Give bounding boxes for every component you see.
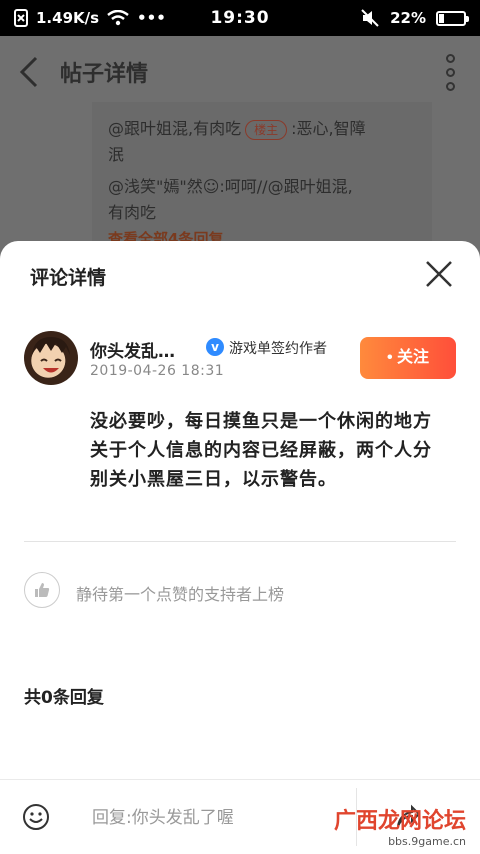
- comment-username[interactable]: 你头发乱…: [90, 337, 175, 362]
- status-right: 22%: [360, 0, 469, 36]
- reply-count: 共0条回复: [24, 688, 104, 708]
- page-title: 帖子详情: [60, 62, 149, 87]
- watermark-main: 广西龙网论坛: [333, 809, 466, 834]
- watermark-url: bbs.9game.cn: [388, 835, 466, 848]
- verified-icon: v: [206, 338, 224, 356]
- sim-icon: [14, 9, 28, 27]
- background-reply-line1-cont: 泯: [108, 145, 125, 164]
- avatar-face-icon: [32, 337, 70, 373]
- reply-bar: 广西龙网论坛 bbs.9game.cn: [0, 779, 480, 854]
- more-options-icon[interactable]: [446, 54, 458, 91]
- owner-badge: 楼主: [245, 120, 288, 140]
- comment-detail-sheet: 评论详情 你头发乱… v 游戏单签约作者 2019-04-26 18:31 • …: [0, 241, 480, 854]
- wifi-icon: [107, 10, 129, 26]
- more-status-icon: •••: [137, 9, 166, 27]
- divider: [24, 541, 456, 542]
- comment-timestamp: 2019-04-26 18:31: [90, 363, 225, 379]
- mute-icon: [361, 9, 379, 27]
- background-header: 帖子详情: [0, 36, 480, 108]
- reply-user: @跟叶姐混,有肉吃: [108, 119, 242, 138]
- status-bar: 1.49K/s ••• 19:30 22%: [0, 0, 480, 36]
- comment-text: 没必要吵，每日摸鱼只是一个休闲的地方 关于个人信息的内容已经屏蔽，两个人分别关小…: [90, 411, 432, 490]
- sheet-title: 评论详情: [30, 267, 107, 289]
- avatar[interactable]: [24, 331, 78, 385]
- watermark: 广西龙网论坛 bbs.9game.cn: [334, 803, 466, 848]
- background-reply-line2-cont: 有肉吃: [108, 203, 157, 222]
- back-arrow-icon[interactable]: [16, 54, 44, 90]
- like-hint: 静待第一个点赞的支持者上榜: [76, 585, 285, 604]
- battery-level: [439, 13, 444, 23]
- battery-icon: [436, 10, 469, 26]
- close-icon[interactable]: [424, 259, 454, 289]
- reply-input[interactable]: [92, 800, 342, 836]
- author-badge-label: 游戏单签约作者: [229, 341, 327, 357]
- emoji-icon[interactable]: [22, 803, 50, 831]
- thumbs-up-icon: [35, 583, 50, 597]
- follow-button[interactable]: • 关注: [360, 337, 456, 379]
- status-left: 1.49K/s •••: [14, 0, 166, 36]
- background-reply-line1: @跟叶姐混,有肉吃 楼主:恶心,智障: [108, 116, 366, 142]
- like-button[interactable]: [24, 572, 60, 608]
- battery-percent: 22%: [390, 9, 426, 27]
- background-reply-line2: @浅笑"嫣"然☺:呵呵//@跟叶姐混,: [108, 177, 353, 196]
- reply-text: :恶心,智障: [291, 119, 366, 138]
- network-speed: 1.49K/s: [36, 9, 100, 27]
